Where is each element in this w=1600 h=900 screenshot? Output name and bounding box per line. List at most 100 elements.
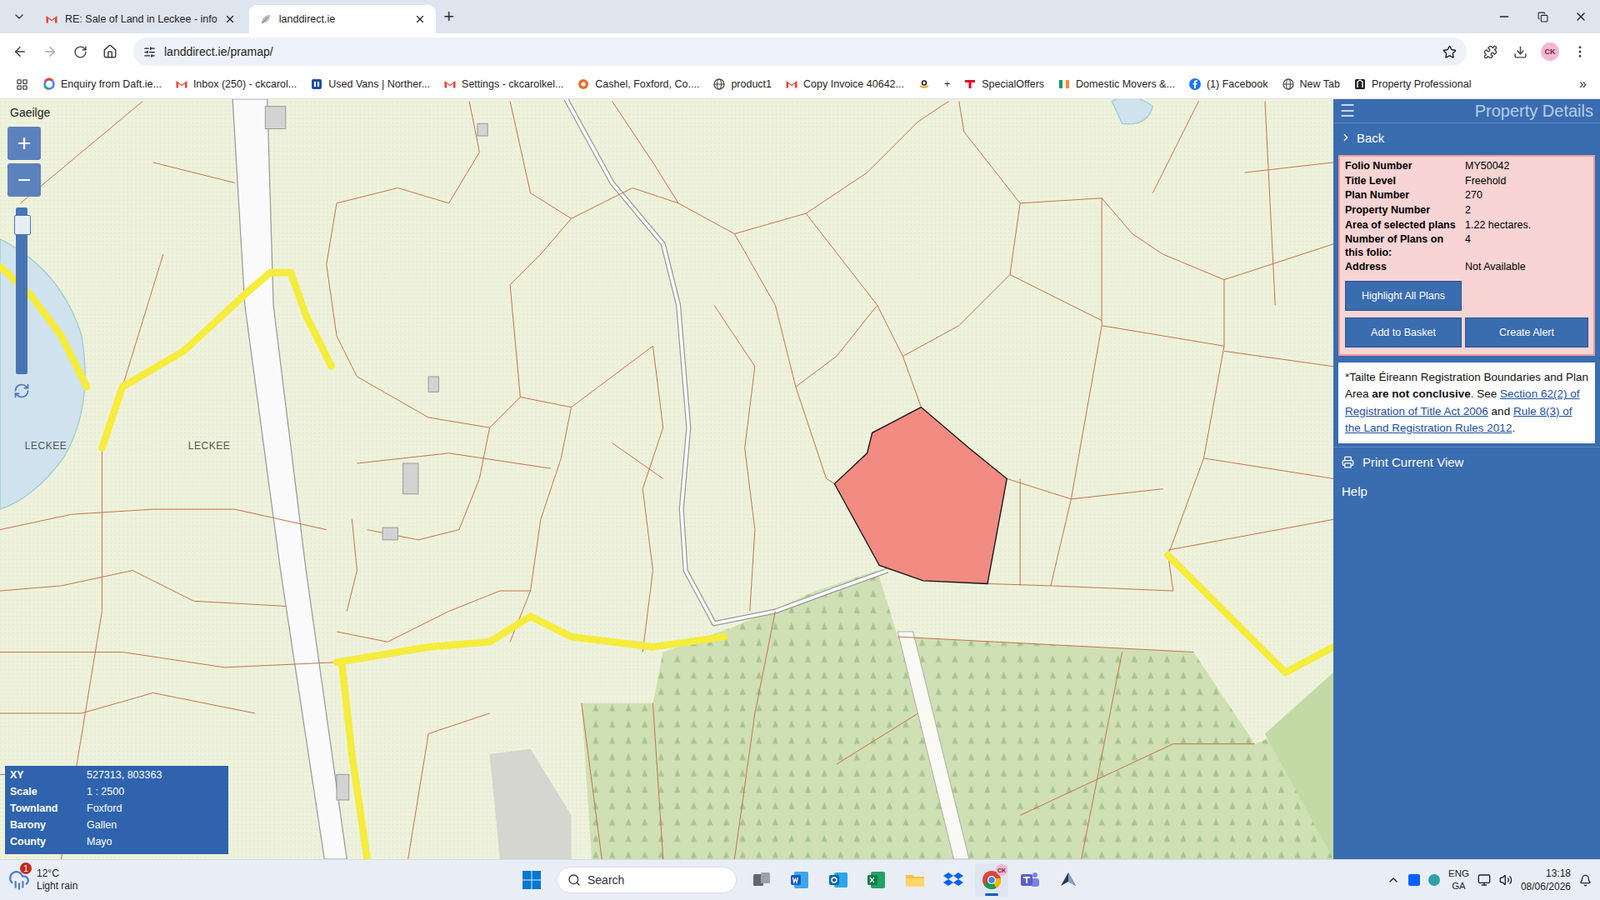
map-canvas[interactable] <box>0 99 1334 860</box>
action-button[interactable]: Add to Basket <box>1345 317 1462 348</box>
info-label: XY <box>10 769 87 785</box>
house-icon <box>102 44 118 60</box>
bookmark[interactable]: New Tab <box>1275 74 1346 95</box>
bookmark[interactable]: + <box>938 75 956 94</box>
volume-icon[interactable] <box>1499 873 1513 887</box>
address-bar[interactable]: landdirect.ie/pramap/ <box>133 37 1467 66</box>
profile-button[interactable]: CK <box>1536 38 1564 65</box>
start-button[interactable] <box>515 863 549 897</box>
reload-button[interactable] <box>66 38 94 65</box>
google-icon <box>42 77 56 91</box>
detail-value: Freehold <box>1465 175 1589 189</box>
panel-header: ☰Property Details <box>1333 99 1600 123</box>
bookmark[interactable]: Copy Invoice 40642... <box>779 74 910 95</box>
road <box>1168 555 1334 673</box>
active-indicator <box>985 893 999 896</box>
system-tray: ENGGA 13:1808/06/2026 <box>1341 866 1592 894</box>
close-button[interactable] <box>1561 0 1600 34</box>
close-icon <box>1574 10 1588 24</box>
taskbar-app[interactable]: CK <box>975 863 1009 897</box>
bookmark[interactable]: SpecialOffers <box>957 74 1050 95</box>
taskbar-app[interactable] <box>783 863 817 897</box>
notification-icon[interactable] <box>1579 874 1592 887</box>
bookmark[interactable]: Inbox (250) - ckcarol... <box>169 74 303 95</box>
language-link[interactable]: Gaeilge <box>8 104 52 121</box>
excel-icon <box>865 869 888 891</box>
browser-tab[interactable]: landdirect.ie <box>249 5 436 34</box>
taskbar-app[interactable] <box>860 863 894 897</box>
vans-icon <box>310 77 324 91</box>
bookmark[interactable] <box>911 74 937 95</box>
amazon-icon <box>917 77 931 91</box>
forward-button[interactable] <box>36 38 64 65</box>
action-button[interactable]: Create Alert <box>1465 317 1589 348</box>
bookmark[interactable]: (1) Facebook <box>1182 74 1275 95</box>
close-tab-icon[interactable] <box>414 13 426 25</box>
menu-button[interactable] <box>1566 38 1594 65</box>
selected-plot[interactable] <box>834 407 1007 585</box>
star-icon[interactable] <box>1442 45 1457 60</box>
apps-button[interactable] <box>8 70 35 98</box>
taskbar-search[interactable]: Search <box>556 866 737 894</box>
road <box>336 616 725 663</box>
taskbar-app[interactable] <box>745 863 779 897</box>
taskbar-app[interactable] <box>936 863 970 897</box>
profile-avatar: CK <box>1540 42 1560 61</box>
panel-menu-item[interactable]: Print Current View <box>1333 446 1600 477</box>
weather-widget[interactable]: 112°CLight rain <box>8 867 259 893</box>
detail-label: Title Level <box>1345 175 1462 189</box>
info-value: Foxford <box>86 802 224 818</box>
extensions-button[interactable] <box>1476 38 1504 65</box>
browser-tab[interactable]: RE: Sale of Land in Leckee - info <box>35 5 246 34</box>
flag-icon <box>1057 77 1071 91</box>
detail-value: 270 <box>1465 189 1589 203</box>
restore-button[interactable] <box>1523 0 1562 34</box>
bookmark[interactable]: Enquiry from Daft.ie... <box>36 74 168 95</box>
panel-menu-item[interactable]: Help <box>1333 476 1600 506</box>
back-button[interactable]: Back <box>1333 122 1600 152</box>
teams-icon <box>1019 869 1041 891</box>
clock[interactable]: 13:1808/06/2026 <box>1520 866 1571 894</box>
info-value: Gallen <box>86 819 224 835</box>
gmail-icon <box>785 77 799 91</box>
zoom-handle[interactable] <box>14 215 31 235</box>
detail-value: Not Available <box>1465 260 1589 275</box>
taskbar-app[interactable] <box>1013 863 1047 897</box>
close-tab-icon[interactable] <box>224 13 236 25</box>
taskbar-app[interactable] <box>898 863 932 897</box>
more-bookmarks[interactable]: » <box>1574 76 1592 92</box>
bookmark[interactable]: Domestic Movers &... <box>1051 74 1181 95</box>
taskbar-app[interactable] <box>1051 863 1085 897</box>
input-language[interactable]: ENGGA <box>1448 867 1470 893</box>
network-icon[interactable] <box>1477 873 1491 887</box>
back-button[interactable] <box>6 38 34 65</box>
minimize-button[interactable] <box>1485 0 1524 34</box>
downloads-button[interactable] <box>1506 38 1534 65</box>
new-tab-button[interactable]: + <box>435 2 463 31</box>
zoom-out-button[interactable]: − <box>7 163 41 197</box>
bookmark[interactable]: Property Professional <box>1347 74 1478 95</box>
app-tray-icon[interactable] <box>1428 874 1440 886</box>
tab-search-button[interactable] <box>6 2 32 31</box>
taskbar-app[interactable] <box>821 863 855 897</box>
window-controls <box>1485 0 1600 34</box>
chevron-up-icon[interactable] <box>1386 873 1400 887</box>
zoom-in-button[interactable]: + <box>7 126 41 160</box>
zoom-slider[interactable] <box>15 207 28 375</box>
dropbox-tray-icon[interactable] <box>1408 874 1420 886</box>
cashel-icon <box>576 77 590 91</box>
reset-view-button[interactable] <box>13 382 30 403</box>
home-button[interactable] <box>96 38 124 65</box>
site-info-icon[interactable] <box>143 45 156 59</box>
info-value: 527313, 803363 <box>86 769 224 785</box>
bookmark[interactable]: Settings - ckcarolkel... <box>437 74 570 95</box>
bookmark[interactable]: Cashel, Foxford, Co.... <box>570 74 705 95</box>
highlight-plans-button[interactable]: Highlight All Plans <box>1345 280 1462 311</box>
arrow-right-icon <box>42 44 58 60</box>
map[interactable]: Gaeilge+−LECKEELECKEEXY527313, 803363Sca… <box>0 99 1334 860</box>
detail-label: Plan Number <box>1345 189 1462 203</box>
forest <box>581 570 1334 860</box>
bookmark[interactable]: Used Vans | Norther... <box>304 74 436 95</box>
menu-button[interactable]: ☰ <box>1340 100 1355 121</box>
bookmark[interactable]: product1 <box>706 74 778 95</box>
